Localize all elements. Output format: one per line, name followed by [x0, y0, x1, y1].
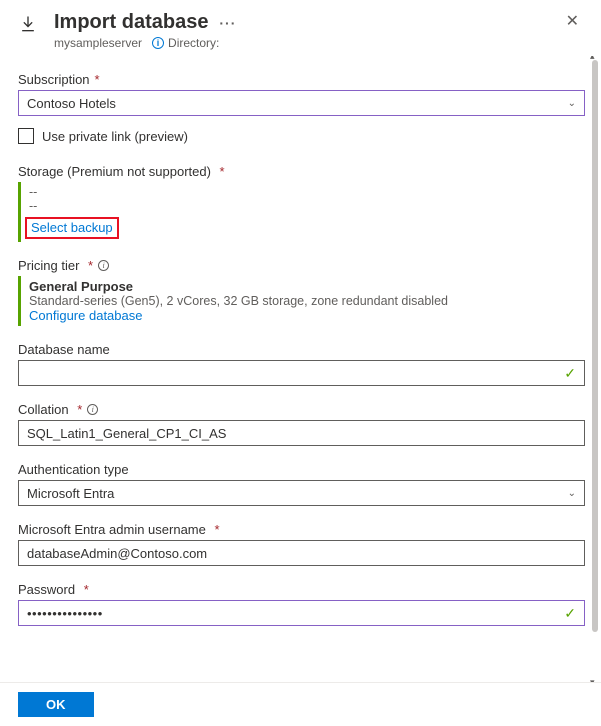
auth-select[interactable]: Microsoft Entra ⌄: [18, 480, 585, 506]
pricing-tier-desc: Standard-series (Gen5), 2 vCores, 32 GB …: [29, 294, 585, 308]
import-icon: [18, 10, 40, 37]
password-label: Password *: [18, 582, 585, 597]
check-icon: ✓: [564, 605, 576, 622]
pricing-tier-name: General Purpose: [29, 279, 585, 294]
scroll-down-icon[interactable]: ▾: [590, 677, 595, 682]
info-icon[interactable]: i: [98, 260, 109, 271]
info-icon[interactable]: i: [87, 404, 98, 415]
close-icon: ✕: [566, 13, 579, 30]
storage-block: -- -- Select backup: [18, 182, 585, 242]
ok-button[interactable]: OK: [18, 692, 94, 717]
more-dots-icon[interactable]: ···: [208, 15, 236, 31]
pricing-block: General Purpose Standard-series (Gen5), …: [18, 276, 585, 326]
collation-label: Collation * i: [18, 402, 585, 417]
close-button[interactable]: ✕: [560, 10, 585, 34]
password-input[interactable]: ••••••••••••••• ✓: [18, 600, 585, 626]
scrollbar[interactable]: ▴ ▾: [592, 58, 598, 680]
dbname-label: Database name: [18, 342, 585, 357]
select-backup-highlight: Select backup: [25, 217, 119, 239]
configure-database-link[interactable]: Configure database: [29, 308, 142, 323]
storage-line2: --: [29, 199, 585, 213]
directory-label: Directory:: [168, 36, 219, 50]
select-backup-link[interactable]: Select backup: [31, 220, 113, 235]
admin-label: Microsoft Entra admin username *: [18, 522, 585, 537]
pricing-label: Pricing tier * i: [18, 258, 585, 273]
private-link-checkbox[interactable]: [18, 128, 34, 144]
auth-label: Authentication type: [18, 462, 585, 477]
scrollbar-thumb[interactable]: [592, 60, 598, 632]
storage-label: Storage (Premium not supported) *: [18, 164, 585, 179]
chevron-down-icon: ⌄: [568, 488, 576, 499]
subscription-select[interactable]: Contoso Hotels ⌄: [18, 90, 585, 116]
page-title: Import database ···: [54, 10, 560, 34]
storage-line1: --: [29, 185, 585, 199]
admin-username-input[interactable]: databaseAdmin@Contoso.com: [18, 540, 585, 566]
info-icon: i: [152, 37, 164, 49]
private-link-label: Use private link (preview): [42, 129, 188, 144]
breadcrumb: mysampleserver i Directory:: [54, 36, 560, 50]
chevron-down-icon: ⌄: [568, 98, 576, 109]
check-icon: ✓: [564, 365, 576, 382]
subscription-label: Subscription*: [18, 72, 585, 87]
collation-input[interactable]: SQL_Latin1_General_CP1_CI_AS: [18, 420, 585, 446]
server-name: mysampleserver: [54, 36, 142, 50]
dbname-input[interactable]: ✓: [18, 360, 585, 386]
